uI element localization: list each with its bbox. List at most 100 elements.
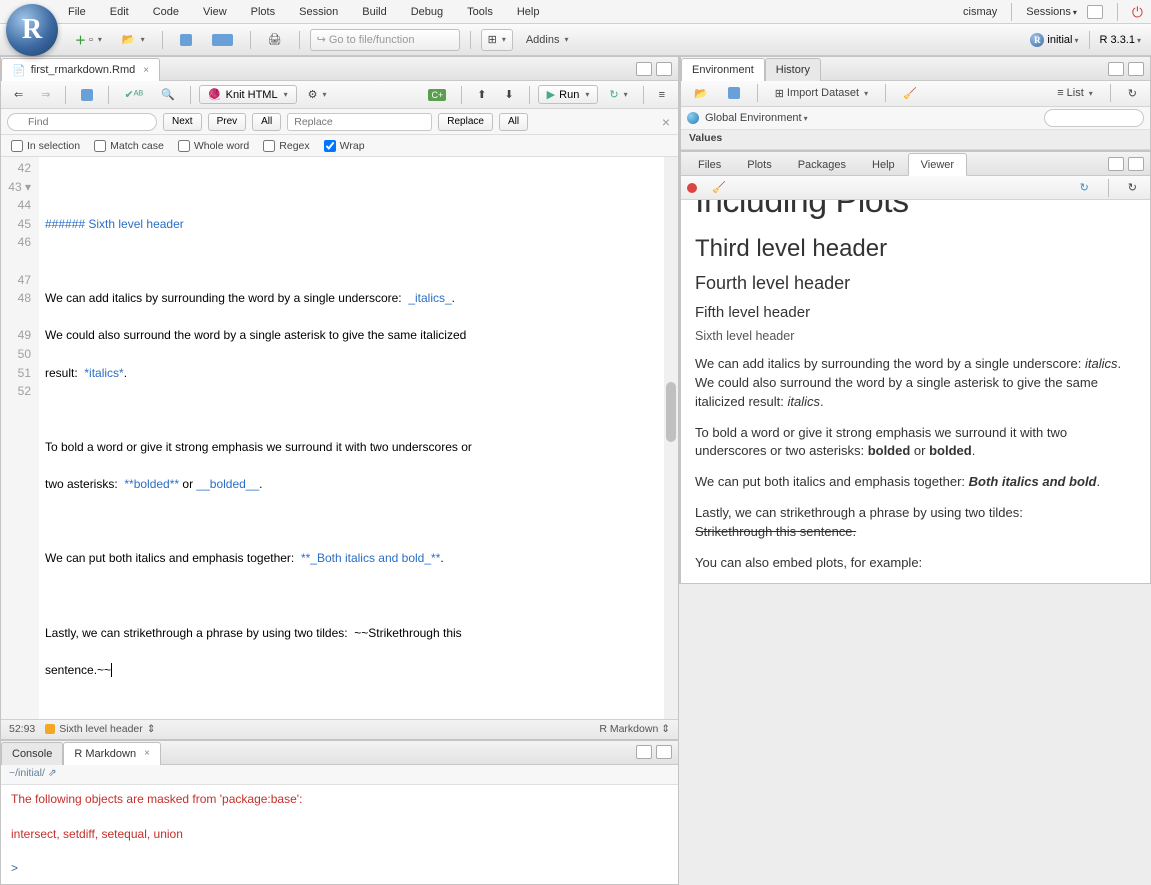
project-menu[interactable]: R initial▾ bbox=[1030, 33, 1078, 47]
env-scope-menu[interactable]: Global Environment▾ bbox=[705, 112, 808, 124]
history-tab[interactable]: History bbox=[765, 58, 821, 81]
minimize-pane-icon[interactable] bbox=[636, 745, 652, 759]
menu-plots[interactable]: Plots bbox=[251, 6, 275, 18]
menu-session[interactable]: Session bbox=[299, 6, 338, 18]
new-file-button[interactable]: ＋▫▾ bbox=[68, 29, 109, 51]
menu-build[interactable]: Build bbox=[362, 6, 386, 18]
console-prompt: > bbox=[11, 861, 18, 875]
rerun-button[interactable]: ↻▾ bbox=[602, 84, 634, 106]
replace-input[interactable] bbox=[287, 113, 432, 131]
close-find-icon[interactable]: × bbox=[662, 114, 670, 130]
maximize-pane-icon[interactable] bbox=[1128, 157, 1144, 171]
in-selection-check[interactable]: In selection bbox=[11, 140, 80, 152]
outline-button[interactable]: ≡ bbox=[652, 84, 672, 106]
save-workspace-button[interactable] bbox=[721, 82, 747, 104]
console-output[interactable]: The following objects are masked from 'p… bbox=[1, 785, 678, 884]
replace-all-button[interactable]: All bbox=[499, 113, 528, 131]
refresh-env-button[interactable]: ↻ bbox=[1121, 82, 1144, 104]
maximize-pane-icon[interactable] bbox=[656, 62, 672, 76]
maximize-pane-icon[interactable] bbox=[1128, 62, 1144, 76]
spellcheck-button[interactable]: ✔ᴬᴮ bbox=[117, 84, 150, 106]
r-logo[interactable]: R bbox=[6, 4, 58, 56]
viewer-p4: Lastly, we can strikethrough a phrase by… bbox=[695, 504, 1136, 542]
values-header: Values bbox=[681, 130, 1150, 150]
viewer-h4: Fourth level header bbox=[695, 273, 1136, 294]
sessions-icon[interactable] bbox=[1087, 5, 1103, 19]
print-button[interactable]: 🖨 bbox=[261, 29, 289, 51]
code-content[interactable]: ###### Sixth level header We can add ita… bbox=[39, 157, 678, 719]
viewer-p3: We can put both italics and emphasis tog… bbox=[695, 473, 1136, 492]
import-dataset-button[interactable]: ⊞ Import Dataset▾ bbox=[768, 82, 875, 104]
viewer-content[interactable]: Including Plots Third level header Fourt… bbox=[681, 200, 1150, 583]
find-all-button[interactable]: All bbox=[252, 113, 281, 131]
menu-code[interactable]: Code bbox=[153, 6, 179, 18]
files-tab[interactable]: Files bbox=[685, 153, 734, 176]
menu-help[interactable]: Help bbox=[517, 6, 540, 18]
console-tab[interactable]: Console bbox=[1, 742, 63, 765]
menu-file[interactable]: File bbox=[68, 6, 86, 18]
goto-file-button[interactable]: ↪ Go to file/function bbox=[310, 29, 460, 51]
quit-icon[interactable]: ⏻ bbox=[1132, 4, 1143, 21]
rmd-icon: 📄 bbox=[12, 64, 26, 77]
rmarkdown-tab[interactable]: R Markdown× bbox=[63, 742, 161, 765]
save-button[interactable] bbox=[173, 29, 199, 51]
env-search-input[interactable] bbox=[1044, 109, 1144, 127]
nav-up-button[interactable]: ⬆ bbox=[470, 84, 493, 106]
open-button[interactable]: 📂▾ bbox=[115, 29, 152, 51]
pane-layout-button[interactable]: ⊞▾ bbox=[481, 29, 513, 51]
wrap-check[interactable]: Wrap bbox=[324, 140, 365, 152]
language-mode[interactable]: R Markdown ⇕ bbox=[599, 723, 670, 735]
editor-scrollbar[interactable] bbox=[664, 157, 678, 719]
sync-button[interactable]: ↻ bbox=[1073, 177, 1096, 199]
minimize-pane-icon[interactable] bbox=[1108, 157, 1124, 171]
replace-button[interactable]: Replace bbox=[438, 113, 493, 131]
editor-statusbar: 52:93 Sixth level header ⇕ R Markdown ⇕ bbox=[1, 719, 678, 739]
load-workspace-button[interactable]: 📂 bbox=[687, 82, 715, 104]
refresh-viewer-button[interactable]: ↻ bbox=[1121, 177, 1144, 199]
close-tab-icon[interactable]: × bbox=[143, 65, 149, 76]
find-replace-button[interactable]: 🔍 bbox=[154, 84, 182, 106]
viewer-tab[interactable]: Viewer bbox=[908, 153, 967, 176]
sessions-menu[interactable]: Sessions▾ bbox=[1026, 6, 1077, 18]
user-label[interactable]: cismay bbox=[963, 6, 997, 18]
clear-viewer-button[interactable]: 🧹 bbox=[705, 177, 733, 199]
knit-options-button[interactable]: ⚙▾ bbox=[301, 84, 334, 106]
knit-button[interactable]: 🧶Knit HTML▾ bbox=[199, 85, 297, 104]
maximize-pane-icon[interactable] bbox=[656, 745, 672, 759]
back-button[interactable]: ⇐ bbox=[7, 84, 30, 106]
find-prev-button[interactable]: Prev bbox=[208, 113, 247, 131]
menu-tools[interactable]: Tools bbox=[467, 6, 493, 18]
regex-check[interactable]: Regex bbox=[263, 140, 309, 152]
save-source-button[interactable] bbox=[74, 84, 100, 106]
save-all-button[interactable] bbox=[205, 29, 240, 51]
close-icon[interactable]: × bbox=[144, 748, 150, 759]
clear-workspace-button[interactable]: 🧹 bbox=[896, 82, 924, 104]
viewer-p1: We can add italics by surrounding the wo… bbox=[695, 355, 1136, 412]
plots-tab[interactable]: Plots bbox=[734, 153, 784, 176]
packages-tab[interactable]: Packages bbox=[785, 153, 859, 176]
menu-edit[interactable]: Edit bbox=[110, 6, 129, 18]
nav-down-button[interactable]: ⬇ bbox=[497, 84, 520, 106]
addins-button[interactable]: Addins▾ bbox=[519, 29, 576, 51]
find-next-button[interactable]: Next bbox=[163, 113, 202, 131]
remove-viewer-icon[interactable] bbox=[687, 183, 697, 193]
minimize-pane-icon[interactable] bbox=[636, 62, 652, 76]
environment-tab[interactable]: Environment bbox=[681, 58, 765, 81]
whole-word-check[interactable]: Whole word bbox=[178, 140, 249, 152]
menu-view[interactable]: View bbox=[203, 6, 227, 18]
r-version-menu[interactable]: R 3.3.1▾ bbox=[1100, 34, 1141, 46]
match-case-check[interactable]: Match case bbox=[94, 140, 164, 152]
code-editor[interactable]: 4243 ▾444546 4748 49505152 ###### Sixth … bbox=[1, 157, 678, 719]
run-button[interactable]: ▶Run▾ bbox=[538, 85, 599, 104]
insert-chunk-button[interactable]: C+ bbox=[421, 84, 453, 106]
help-tab[interactable]: Help bbox=[859, 153, 908, 176]
env-scope-bar: Global Environment▾ bbox=[681, 107, 1150, 131]
source-tab[interactable]: 📄 first_rmarkdown.Rmd × bbox=[1, 58, 160, 81]
forward-button[interactable]: ⇒ bbox=[34, 84, 57, 106]
minimize-pane-icon[interactable] bbox=[1108, 62, 1124, 76]
menu-debug[interactable]: Debug bbox=[411, 6, 443, 18]
viewer-toolbar: 🧹 ↻ ↻ bbox=[681, 176, 1150, 200]
find-input[interactable] bbox=[7, 113, 157, 131]
outline-crumb[interactable]: Sixth level header ⇕ bbox=[45, 723, 155, 735]
list-mode-button[interactable]: ≡ List▾ bbox=[1050, 82, 1100, 104]
